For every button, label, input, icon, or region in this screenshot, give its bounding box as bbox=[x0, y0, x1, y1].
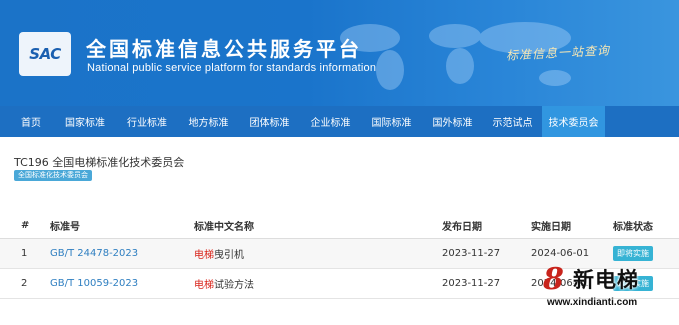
name-rest: 试验方法 bbox=[214, 280, 254, 291]
site-title: 全国标准信息公共服务平台 bbox=[86, 37, 362, 61]
committee-title: TC196 全国电梯标准化技术委员会 bbox=[14, 156, 185, 169]
standard-code[interactable]: GB/T 24478-2023 bbox=[50, 248, 138, 259]
header-code: 标准号 bbox=[50, 221, 80, 233]
nav-item-label: 国外标准 bbox=[432, 118, 473, 129]
publish-date: 2023-11-27 bbox=[442, 278, 501, 289]
nav-item-label: 技术委员会 bbox=[548, 118, 599, 129]
row-index: 1 bbox=[21, 248, 28, 259]
site-subtitle: National public service platform for sta… bbox=[87, 62, 377, 74]
nav-item-home[interactable]: 首页 bbox=[8, 106, 54, 137]
nav-item-label: 示范试点 bbox=[492, 118, 533, 129]
sac-logo-text: SAC bbox=[29, 45, 61, 63]
nav-item-label: 国家标准 bbox=[65, 118, 105, 129]
sac-logo[interactable]: SAC bbox=[19, 32, 71, 76]
watermark-logo-icon: 8 bbox=[543, 262, 564, 297]
nav-item-pilot[interactable]: 示范试点 bbox=[483, 106, 542, 137]
standard-code[interactable]: GB/T 10059-2023 bbox=[50, 278, 138, 289]
nav-item-enterprise[interactable]: 企业标准 bbox=[300, 106, 361, 137]
nav-item-label: 企业标准 bbox=[310, 118, 351, 129]
table-header: # 标准号 标准中文名称 发布日期 实施日期 标准状态 bbox=[0, 212, 679, 239]
nav-item-label: 行业标准 bbox=[127, 118, 167, 129]
header-index: # bbox=[21, 219, 30, 231]
standard-name: 电梯 曳引机 bbox=[194, 239, 244, 268]
name-highlight: 电梯 bbox=[194, 250, 214, 261]
nav-item-label: 团体标准 bbox=[249, 118, 290, 129]
publish-date: 2023-11-27 bbox=[442, 248, 501, 259]
name-highlight: 电梯 bbox=[194, 280, 214, 291]
header-publish-date: 发布日期 bbox=[442, 221, 482, 233]
nav-item-foreign[interactable]: 国外标准 bbox=[422, 106, 483, 137]
standard-name: 电梯 试验方法 bbox=[194, 269, 254, 298]
watermark-name: 新电梯 bbox=[573, 268, 639, 292]
standard-code-link[interactable]: GB/T 10059-2023 bbox=[50, 269, 138, 298]
site-banner: SAC 全国标准信息公共服务平台 National public service… bbox=[0, 0, 679, 106]
watermark: 8 新电梯 www.xindianti.com bbox=[543, 262, 675, 314]
nav-item-label: 地方标准 bbox=[188, 118, 229, 129]
nav-item-international[interactable]: 国际标准 bbox=[361, 106, 422, 137]
nav-item-national[interactable]: 国家标准 bbox=[54, 106, 116, 137]
nav-item-label: 国际标准 bbox=[371, 118, 412, 129]
row-index: 2 bbox=[21, 278, 28, 289]
nav-item-committee[interactable]: 技术委员会 bbox=[542, 106, 605, 137]
main-nav: 首页 国家标准 行业标准 地方标准 团体标准 企业标准 国际标准 国外标准 示范… bbox=[0, 106, 679, 137]
header-status: 标准状态 bbox=[613, 221, 653, 233]
standard-code-link[interactable]: GB/T 24478-2023 bbox=[50, 239, 138, 268]
nav-item-group[interactable]: 团体标准 bbox=[239, 106, 300, 137]
name-rest: 曳引机 bbox=[214, 250, 244, 261]
nav-item-local[interactable]: 地方标准 bbox=[178, 106, 239, 137]
watermark-url: www.xindianti.com bbox=[547, 297, 638, 308]
header-implement-date: 实施日期 bbox=[531, 221, 571, 233]
committee-type-badge: 全国标准化技术委员会 bbox=[14, 170, 92, 181]
status-badge: 即将实施 bbox=[613, 246, 653, 261]
nav-item-industry[interactable]: 行业标准 bbox=[116, 106, 178, 137]
header-name: 标准中文名称 bbox=[194, 221, 254, 233]
nav-item-label: 首页 bbox=[21, 118, 41, 129]
